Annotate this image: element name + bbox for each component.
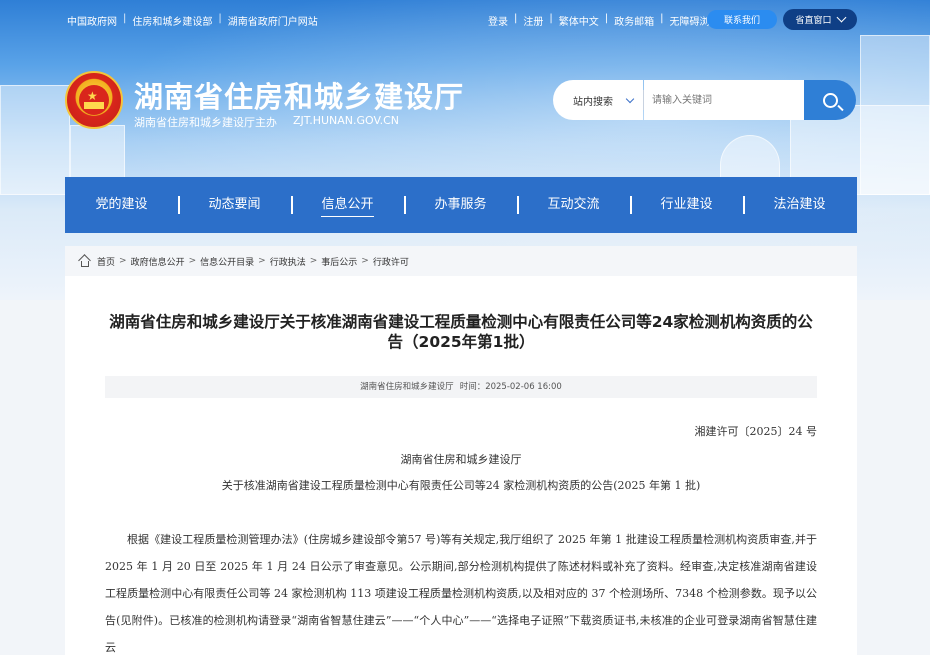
issuing-organization: 湖南省住房和城乡建设厅 [400,453,522,466]
link-hunan-gov[interactable]: 湖南省政府门户网站 [228,13,318,28]
nav-label: 党的建设 [95,197,148,212]
link-mohurd[interactable]: 住房和城乡建设部 [132,13,212,28]
nav-services[interactable]: 办事服务 [404,177,517,233]
site-title: 湖南省住房和城乡建设厅 [134,80,465,114]
breadcrumb-separator: > [361,256,369,266]
breadcrumb-catalog[interactable]: 信息公开目录 [200,255,254,268]
top-bar: 中国政府网 | 住房和城乡建设部 | 湖南省政府门户网站 登录 | 注册 | 繁… [0,0,930,38]
user-links: 登录 | 注册 | 繁体中文 | 政务邮箱 | 无障碍浏览 [488,13,720,28]
search-bar: 站内搜索 [553,80,856,120]
star-icon: ★ [87,89,98,103]
search-scope-label: 站内搜索 [573,96,613,108]
search-icon [822,92,838,108]
register-link[interactable]: 注册 [523,13,543,28]
separator: | [549,13,553,24]
home-icon [79,256,89,267]
breadcrumb-gov-info[interactable]: 政府信息公开 [131,255,185,268]
separator: | [514,13,518,24]
main-nav: 党的建设 动态要闻 信息公开 办事服务 互动交流 行业建设 法治建设 [65,177,857,233]
article-meta: 湖南省住房和城乡建设厅 时间：2025-02-06 16:00 [105,376,817,398]
provincial-window-dropdown[interactable]: 省直窗口 [783,9,857,30]
article-time: 2025-02-06 16:00 [485,382,562,392]
nav-interaction[interactable]: 互动交流 [517,177,630,233]
separator: | [604,13,609,24]
nav-label: 信息公开 [321,197,374,217]
article-source: 湖南省住房和城乡建设厅 [360,382,454,392]
nav-label: 行业建设 [660,197,713,212]
breadcrumb-admin-license[interactable]: 行政许可 [373,255,409,268]
search-button[interactable] [804,80,856,120]
chevron-down-icon [836,12,846,23]
breadcrumb: 首页 > 政府信息公开 > 信息公开目录 > 行政执法 > 事后公示 > 行政许可 [65,246,857,276]
breadcrumb-post-disclosure[interactable]: 事后公示 [321,255,357,268]
article-panel: 首页 > 政府信息公开 > 信息公开目录 > 行政执法 > 事后公示 > 行政许可 湖南省… [65,246,857,655]
banner-building [0,85,70,195]
nav-industry[interactable]: 行业建设 [630,177,743,233]
breadcrumb-separator: > [119,256,127,266]
gov-mail-link[interactable]: 政务邮箱 [614,13,654,28]
article-paragraph: 根据《建设工程质量检测管理办法》(住房城乡建设部令第57 号)等有关规定,我厅组… [105,533,817,654]
national-emblem-logo: ★ [65,71,123,129]
nav-party-building[interactable]: 党的建设 [65,177,178,233]
breadcrumb-home[interactable]: 首页 [97,255,115,268]
nav-label: 互动交流 [547,197,600,212]
emblem-gate [84,102,104,109]
document-subject: 关于核准湖南省建设工程质量检测中心有限责任公司等24 家检测机构资质的公告(20… [221,479,701,492]
search-scope-dropdown[interactable]: 站内搜索 [553,80,643,120]
contact-us-button[interactable]: 联系我们 [707,10,777,29]
traditional-chinese-link[interactable]: 繁体中文 [559,13,599,28]
search-input[interactable] [644,80,804,120]
separator: | [123,13,127,24]
banner-building [860,35,930,195]
separator: | [218,13,222,24]
nav-rule-of-law[interactable]: 法治建设 [743,177,856,233]
separator: | [660,13,664,24]
nav-label: 办事服务 [434,197,487,212]
document-number: 湘建许可〔2025〕24 号 [694,425,818,438]
article-title: 湖南省住房和城乡建设厅关于核准湖南省建设工程质量检测中心有限责任公司等24家检测… [109,313,813,351]
article-time-label: 时间： [459,382,486,392]
breadcrumb-separator: > [258,256,266,266]
nav-label: 法治建设 [773,197,826,212]
breadcrumb-enforcement[interactable]: 行政执法 [270,255,306,268]
login-link[interactable]: 登录 [488,13,508,28]
provincial-window-label: 省直窗口 [795,16,832,26]
nav-info-disclosure[interactable]: 信息公开 [291,177,404,233]
nav-news[interactable]: 动态要闻 [178,177,291,233]
breadcrumb-separator: > [188,256,197,266]
site-sponsor: 湖南省住房和城乡建设厅主办 [134,116,277,129]
breadcrumb-separator: > [309,256,318,266]
top-links: 中国政府网 | 住房和城乡建设部 | 湖南省政府门户网站 [67,13,318,28]
chevron-down-icon [625,94,635,103]
nav-label: 动态要闻 [208,197,261,212]
site-domain: ZJT.HUNAN.GOV.CN [293,114,399,127]
link-gov-cn[interactable]: 中国政府网 [67,13,117,28]
